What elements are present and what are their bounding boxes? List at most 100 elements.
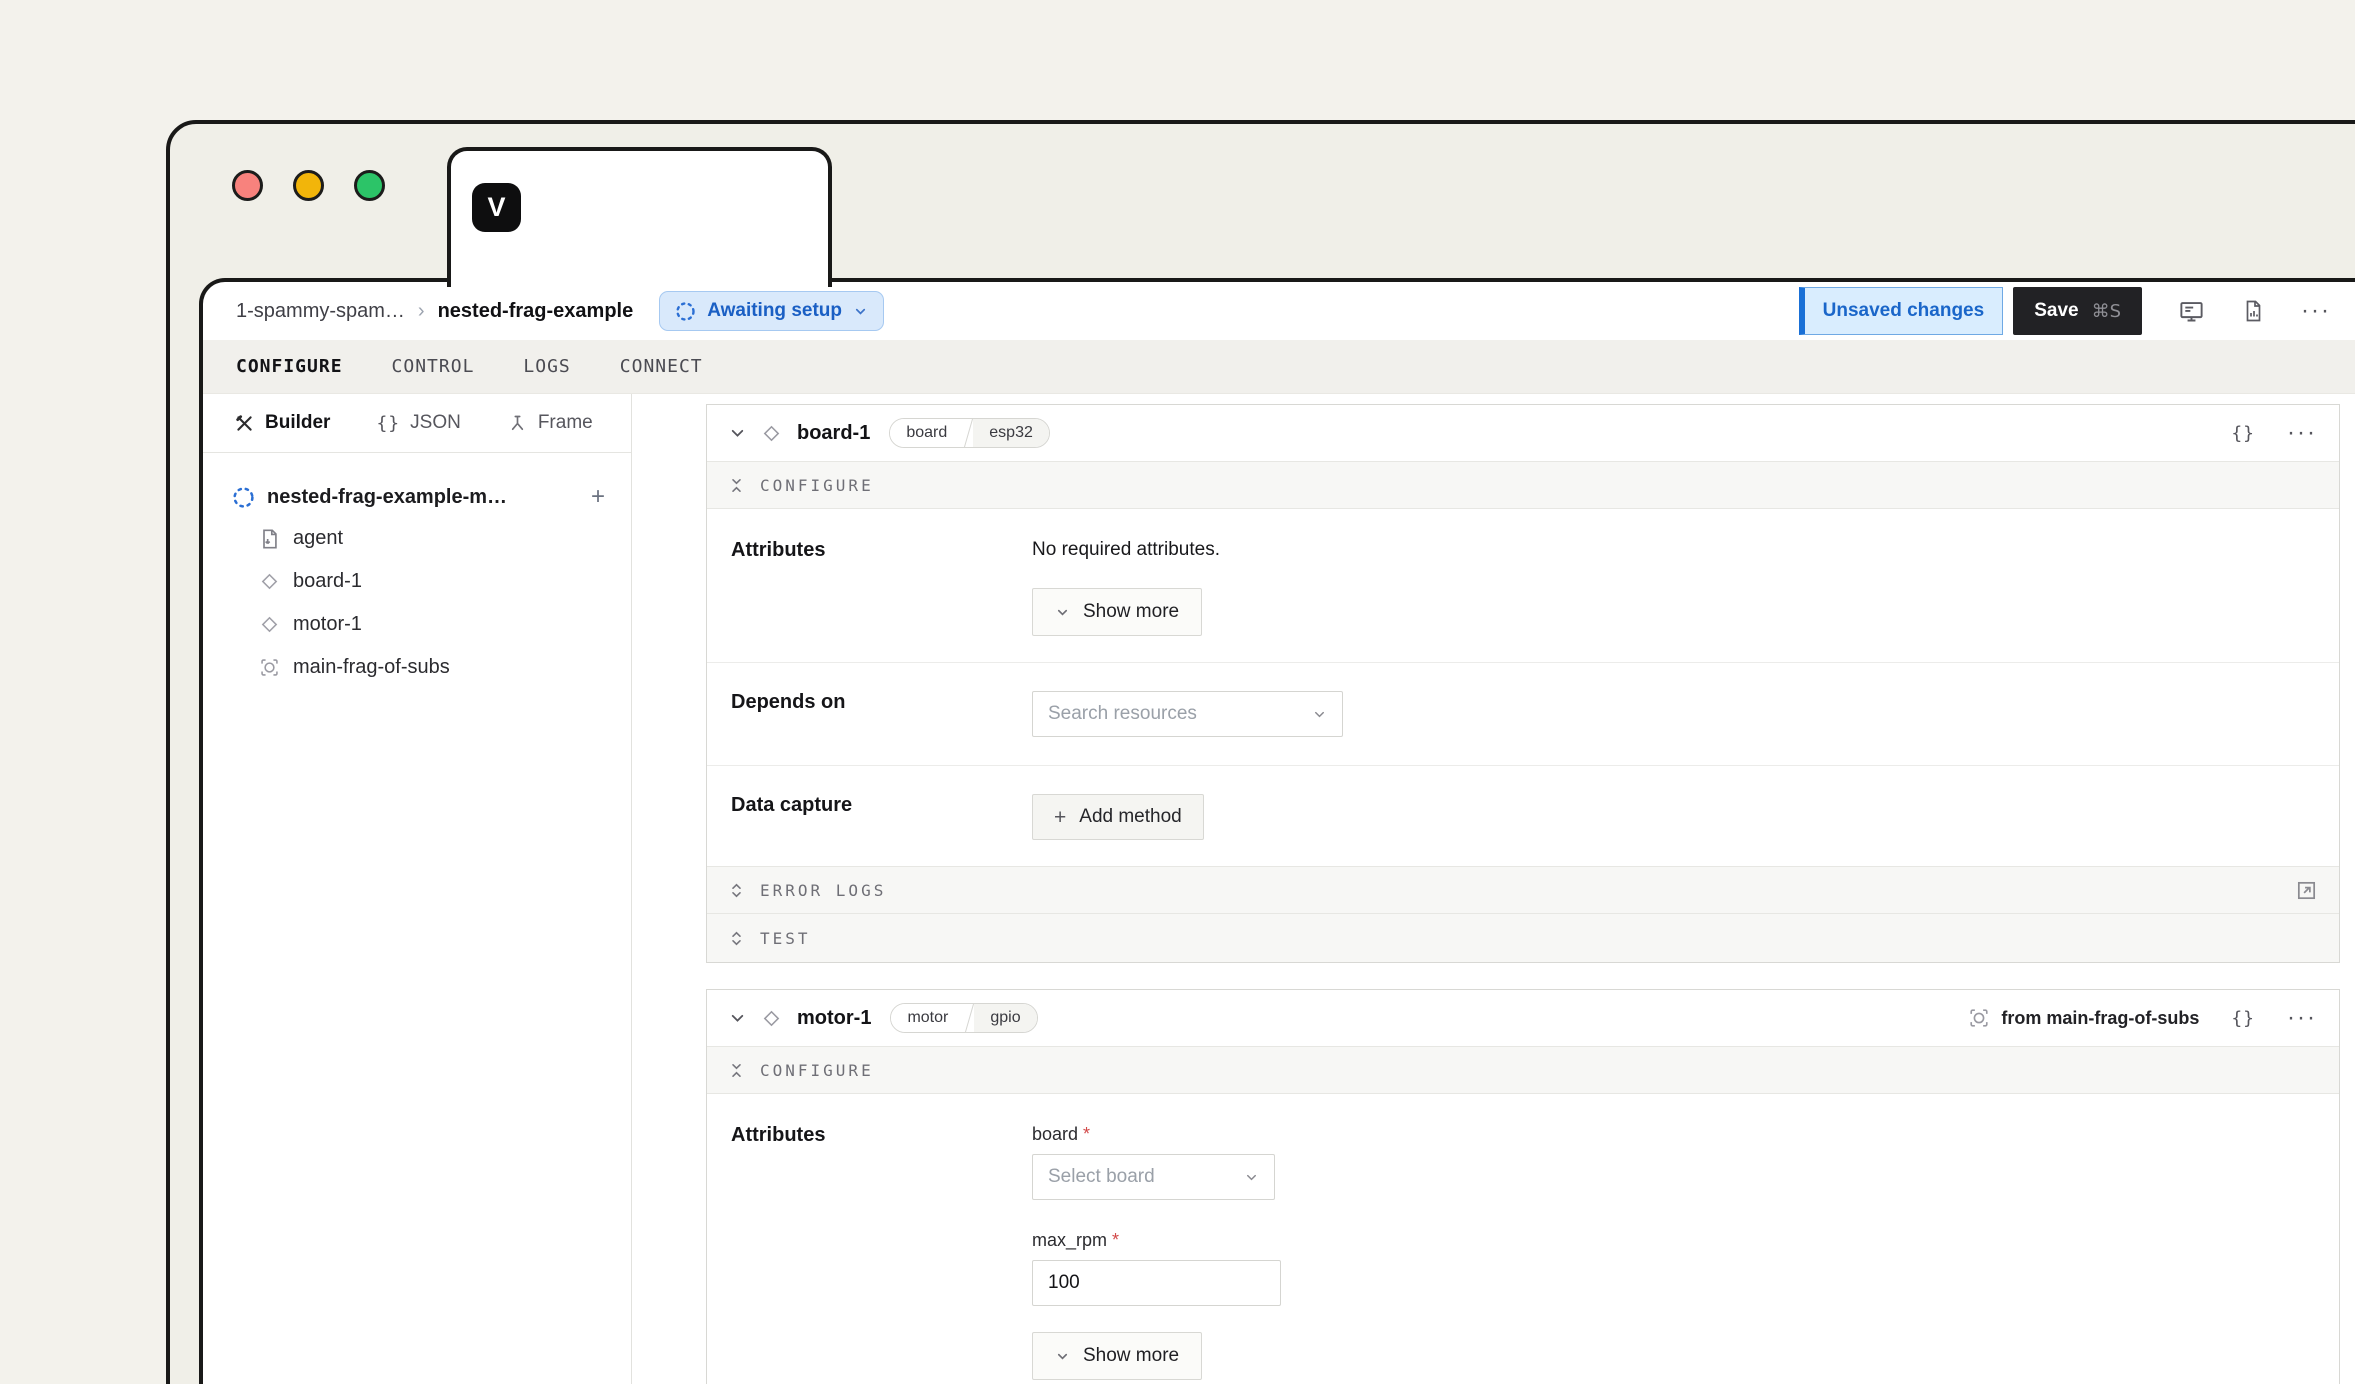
machine-nav-tabs: CONFIGURE CONTROL LOGS CONNECT	[203, 340, 2355, 394]
data-capture-row: Data capture + Add method	[707, 766, 2339, 866]
tree-root-label: nested-frag-example-m…	[267, 486, 579, 509]
card-header: board-1 board esp32 {} ···	[707, 405, 2339, 461]
section-label: TEST	[760, 929, 811, 948]
tree-item-agent[interactable]: agent	[259, 517, 605, 560]
maximize-window-button[interactable]	[354, 170, 385, 201]
chevron-down-icon	[1055, 605, 1070, 620]
attributes-row: Attributes No required attributes. Show …	[707, 509, 2339, 663]
depends-on-label: Depends on	[731, 663, 1032, 765]
fragment-icon	[259, 657, 280, 678]
card-title: motor-1	[797, 1007, 871, 1030]
required-asterisk: *	[1112, 1230, 1119, 1250]
card-board-1: board-1 board esp32 {} ···	[706, 404, 2340, 963]
badge-type: motor	[891, 1004, 964, 1032]
board-select[interactable]: Select board	[1032, 1154, 1275, 1200]
component-diamond-icon	[259, 571, 280, 592]
save-button-label: Save	[2034, 300, 2078, 322]
header-actions: Unsaved changes Save ⌘S	[1799, 287, 2331, 335]
component-diamond-icon	[761, 1008, 782, 1029]
section-test[interactable]: TEST	[707, 914, 2339, 962]
expand-section-icon	[728, 930, 745, 947]
sidebar: Builder {} JSON Frame	[203, 394, 632, 1384]
tab-control[interactable]: CONTROL	[392, 356, 475, 377]
machine-status-pill[interactable]: Awaiting setup	[659, 291, 884, 331]
add-method-button[interactable]: + Add method	[1032, 794, 1204, 840]
resource-tree: nested-frag-example-m… + agent	[203, 453, 631, 689]
machine-status-label: Awaiting setup	[707, 300, 842, 322]
show-more-button[interactable]: Show more	[1032, 1332, 1202, 1380]
view-tab-frame[interactable]: Frame	[507, 412, 593, 434]
browser-tab[interactable]: V	[447, 147, 832, 287]
tab-logs[interactable]: LOGS	[523, 356, 570, 377]
open-logs-external-icon[interactable]	[2295, 879, 2318, 902]
field-label-text: max_rpm	[1032, 1230, 1107, 1250]
json-braces-icon[interactable]: {}	[2231, 1008, 2255, 1029]
view-tab-frame-label: Frame	[538, 412, 593, 434]
collapse-card-icon[interactable]	[729, 1010, 746, 1027]
show-more-button[interactable]: Show more	[1032, 588, 1202, 636]
breadcrumb-parent[interactable]: 1-spammy-spam…	[236, 300, 405, 323]
machine-terminal-icon[interactable]	[2178, 298, 2205, 325]
save-button[interactable]: Save ⌘S	[2013, 287, 2142, 335]
sidebar-view-tabs: Builder {} JSON Frame	[203, 394, 631, 453]
machine-spinner-icon	[232, 486, 255, 509]
close-window-button[interactable]	[232, 170, 263, 201]
agent-file-icon	[259, 528, 280, 550]
tab-connect[interactable]: CONNECT	[620, 356, 703, 377]
more-options-icon[interactable]: ···	[2301, 299, 2331, 323]
breadcrumb-current: nested-frag-example	[438, 300, 634, 323]
tree-item-motor-1[interactable]: motor-1	[259, 603, 605, 646]
view-tab-json[interactable]: {} JSON	[376, 412, 460, 434]
collapse-section-icon	[728, 477, 745, 494]
card-tools: from main-frag-of-subs {} ···	[1968, 1006, 2317, 1030]
badge-separator	[964, 1004, 974, 1032]
card-motor-1: motor-1 motor gpio	[706, 989, 2340, 1384]
card-menu-icon[interactable]: ···	[2287, 1006, 2317, 1030]
required-asterisk: *	[1083, 1124, 1090, 1144]
depends-on-select[interactable]: Search resources	[1032, 691, 1343, 737]
max-rpm-input[interactable]	[1032, 1260, 1281, 1306]
show-more-label: Show more	[1083, 1345, 1179, 1367]
card-title: board-1	[797, 422, 870, 445]
builder-tools-icon	[234, 413, 255, 434]
tree-item-main-frag-of-subs[interactable]: main-frag-of-subs	[259, 646, 605, 689]
tree-root-machine[interactable]: nested-frag-example-m… +	[232, 477, 605, 517]
braces-icon: {}	[376, 413, 400, 434]
section-error-logs[interactable]: ERROR LOGS	[707, 866, 2339, 914]
add-resource-icon[interactable]: +	[591, 485, 605, 509]
resource-type-badge: board esp32	[889, 418, 1050, 448]
max-rpm-field-label: max_rpm*	[1032, 1230, 2317, 1251]
fragment-icon	[1968, 1007, 1990, 1029]
json-braces-icon[interactable]: {}	[2231, 423, 2255, 444]
plus-icon: +	[1054, 807, 1066, 828]
collapse-card-icon[interactable]	[729, 425, 746, 442]
section-label: CONFIGURE	[760, 476, 874, 495]
section-label: ERROR LOGS	[760, 881, 886, 900]
machine-report-icon[interactable]	[2241, 299, 2265, 323]
app-header: 1-spammy-spam… › nested-frag-example Awa…	[203, 282, 2355, 340]
tree-item-label: board-1	[293, 570, 362, 593]
component-diamond-icon	[259, 614, 280, 635]
attributes-label: Attributes	[731, 509, 1032, 662]
minimize-window-button[interactable]	[293, 170, 324, 201]
add-method-label: Add method	[1079, 806, 1181, 828]
tree-item-label: agent	[293, 527, 343, 550]
attributes-label: Attributes	[731, 1094, 1032, 1384]
resource-type-badge: motor gpio	[890, 1003, 1037, 1033]
app-panel: 1-spammy-spam… › nested-frag-example Awa…	[199, 278, 2355, 1384]
component-diamond-icon	[761, 423, 782, 444]
badge-model: gpio	[974, 1004, 1036, 1032]
view-tab-builder-label: Builder	[265, 412, 330, 434]
tab-configure[interactable]: CONFIGURE	[236, 356, 343, 377]
unsaved-changes-badge[interactable]: Unsaved changes	[1799, 287, 2004, 335]
tree-item-board-1[interactable]: board-1	[259, 560, 605, 603]
board-field-label: board*	[1032, 1124, 2317, 1145]
attributes-row: Attributes board* Select board	[707, 1094, 2339, 1384]
section-configure[interactable]: CONFIGURE	[707, 1046, 2339, 1094]
badge-separator	[963, 419, 973, 447]
show-more-label: Show more	[1083, 601, 1179, 623]
section-configure[interactable]: CONFIGURE	[707, 461, 2339, 509]
card-menu-icon[interactable]: ···	[2287, 421, 2317, 445]
collapse-section-icon	[728, 1062, 745, 1079]
view-tab-builder[interactable]: Builder	[234, 412, 330, 434]
